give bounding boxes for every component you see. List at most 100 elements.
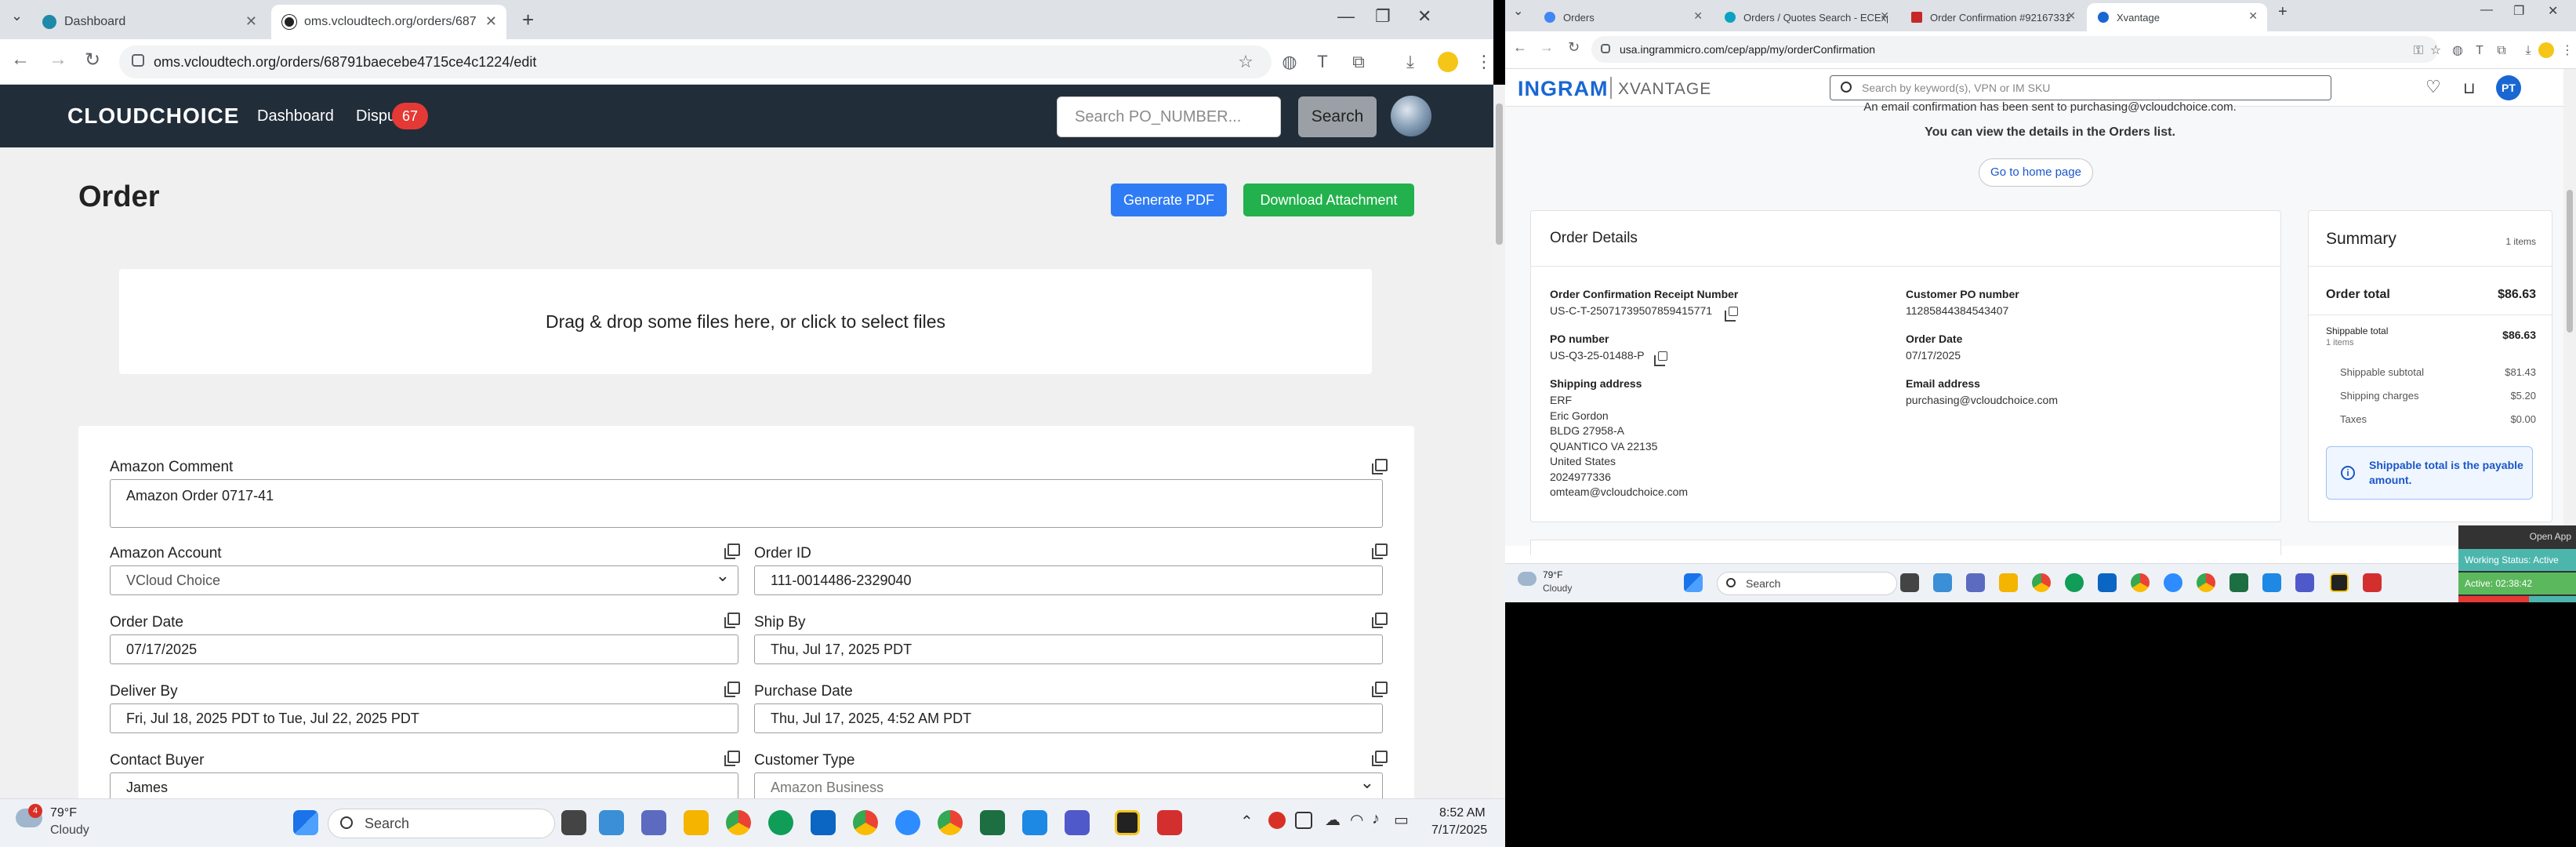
ship-by-input[interactable]: Thu, Jul 17, 2025 PDT [754,634,1383,664]
copy-icon[interactable] [1372,459,1388,474]
file-dropzone[interactable]: Drag & drop some files here, or click to… [119,269,1372,374]
tab-xvantage[interactable]: Xvantage ✕ [2087,3,2267,31]
extensions-puzzle-icon[interactable]: ⧉ [1348,52,1369,72]
scrollbar-thumb[interactable] [1496,104,1503,245]
wifi-icon[interactable]: ◠ [1350,810,1363,830]
minimize-icon[interactable]: — [2480,3,2493,17]
forward-arrow-icon[interactable]: → [49,49,67,71]
file-explorer-icon[interactable] [1999,573,2018,592]
bookmark-star-icon[interactable]: ☆ [2425,41,2446,61]
order-date-input[interactable]: 07/17/2025 [110,634,738,664]
restore-icon[interactable]: ❐ [1375,6,1391,27]
clock-time[interactable]: 8:52 AM [1439,806,1486,820]
copy-icon[interactable] [1372,751,1388,766]
text-tool-icon[interactable]: T [2469,41,2490,61]
tab-dashboard[interactable]: Dashboard ✕ [31,5,267,39]
new-tab-icon[interactable]: + [2278,3,2288,21]
close-tab-icon[interactable]: ✕ [485,13,497,30]
download-attachment-button[interactable]: Download Attachment [1243,184,1414,216]
site-info-icon[interactable] [132,54,144,67]
tray-cloud-icon[interactable]: ☁ [1325,810,1341,830]
reload-icon[interactable]: ↻ [85,49,100,71]
reload-icon[interactable]: ↻ [1568,39,1580,56]
extensions-puzzle-icon[interactable]: ⧉ [2491,41,2512,61]
profile-icon[interactable] [2538,42,2554,58]
outlook-icon[interactable] [2098,573,2117,592]
calculator-icon[interactable] [641,810,666,835]
teams-icon[interactable] [2295,573,2314,592]
po-number-search-input[interactable]: Search PO_NUMBER... [1057,96,1281,137]
calculator-icon[interactable] [1966,573,1985,592]
chrome-profile-icon[interactable] [938,810,963,835]
tray-app-icon[interactable] [1295,812,1312,829]
chrome-profile-icon[interactable] [2197,573,2215,592]
excel-icon[interactable] [2230,573,2248,592]
close-tab-icon[interactable]: ✕ [2248,9,2258,23]
cart-icon[interactable]: ⊔ [2463,78,2476,98]
close-tab-icon[interactable]: ✕ [2066,9,2076,23]
nav-link-disputes[interactable]: Dispu [356,107,396,125]
taskbar-search-box[interactable]: Search [328,809,555,838]
new-tab-icon[interactable]: + [522,8,534,32]
copy-icon[interactable] [1372,613,1388,628]
zoom-icon[interactable] [2164,573,2182,592]
menu-kebab-icon[interactable]: ⋮ [1474,52,1493,72]
tab-search-chevron-icon[interactable]: ⌄ [1513,3,1523,19]
close-window-icon[interactable]: ✕ [2548,3,2558,19]
ingram-search-input[interactable]: Search by keyword(s), VPN or IM SKU [1830,75,2331,100]
purchase-date-input[interactable]: Thu, Jul 17, 2025, 4:52 AM PDT [754,703,1383,733]
tab-order-edit[interactable]: oms.vcloudtech.org/orders/687 ✕ [271,5,506,39]
xvantage-logo[interactable]: XVANTAGE [1618,80,1711,99]
app-icon[interactable] [2262,573,2281,592]
close-tab-icon[interactable]: ✕ [1880,9,1889,23]
windows-start-icon[interactable] [293,810,318,835]
right-page-scrollbar[interactable] [2563,69,2576,546]
wishlist-heart-icon[interactable]: ♡ [2425,77,2441,97]
clock-date[interactable]: 7/17/2025 [1431,823,1487,838]
task-view-icon[interactable] [561,810,586,835]
generate-pdf-button[interactable]: Generate PDF [1111,184,1227,216]
weather-cloud-icon[interactable] [1518,572,1537,586]
cloudchoice-logo[interactable]: CLOUDCHOICE [67,104,239,129]
scrollbar-thumb[interactable] [2567,190,2573,333]
copy-icon[interactable] [1654,351,1667,366]
restore-icon[interactable]: ❐ [2513,3,2524,19]
task-view-icon[interactable] [1900,573,1919,592]
tray-chevron-icon[interactable]: ⌃ [1240,812,1254,831]
extension-globe-icon[interactable]: ◍ [2447,41,2468,61]
chrome-profile-icon[interactable] [2131,573,2150,592]
bookmark-star-icon[interactable]: ☆ [1235,52,1256,72]
volume-icon[interactable]: ♪ [1372,810,1380,828]
edge-icon[interactable] [2065,573,2084,592]
left-page-scrollbar[interactable] [1493,85,1505,798]
battery-icon[interactable]: ▭ [1394,810,1409,830]
chrome-icon[interactable] [2032,573,2051,592]
copy-icon[interactable] [1372,543,1388,559]
back-arrow-icon[interactable]: ← [11,49,30,71]
copy-icon[interactable] [724,682,740,697]
user-avatar[interactable] [1391,96,1431,136]
file-explorer-icon[interactable] [684,810,709,835]
close-tab-icon[interactable]: ✕ [245,13,257,30]
nav-link-dashboard[interactable]: Dashboard [257,107,334,125]
menu-kebab-icon[interactable]: ⋮ [2557,41,2576,61]
windows-start-icon[interactable] [1684,573,1703,592]
acrobat-icon[interactable] [2363,573,2382,592]
copy-icon[interactable] [1372,682,1388,697]
copy-icon[interactable] [724,613,740,628]
tab-search-chevron-icon[interactable]: ⌄ [11,8,23,24]
copy-icon[interactable] [724,543,740,559]
order-id-input[interactable]: 111-0014486-2329040 [754,565,1383,595]
open-app-link[interactable]: Open App [2458,525,2576,547]
deliver-by-input[interactable]: Fri, Jul 18, 2025 PDT to Tue, Jul 22, 20… [110,703,738,733]
copy-icon[interactable] [724,751,740,766]
ingram-logo[interactable]: INGRAM [1518,77,1609,101]
address-bar[interactable]: oms.vcloudtech.org/orders/68791baecebe47… [119,45,1272,78]
teams-icon[interactable] [1065,810,1090,835]
chrome-profile-icon[interactable] [853,810,878,835]
download-icon[interactable]: ⤓ [1400,52,1420,72]
go-to-home-button[interactable]: Go to home page [1979,158,2093,187]
app-icon[interactable] [1022,810,1047,835]
tab-orders-quotes[interactable]: Orders / Quotes Search - ECExp ✕ [1714,3,1899,31]
tab-orders[interactable]: Orders ✕ [1533,3,1712,31]
